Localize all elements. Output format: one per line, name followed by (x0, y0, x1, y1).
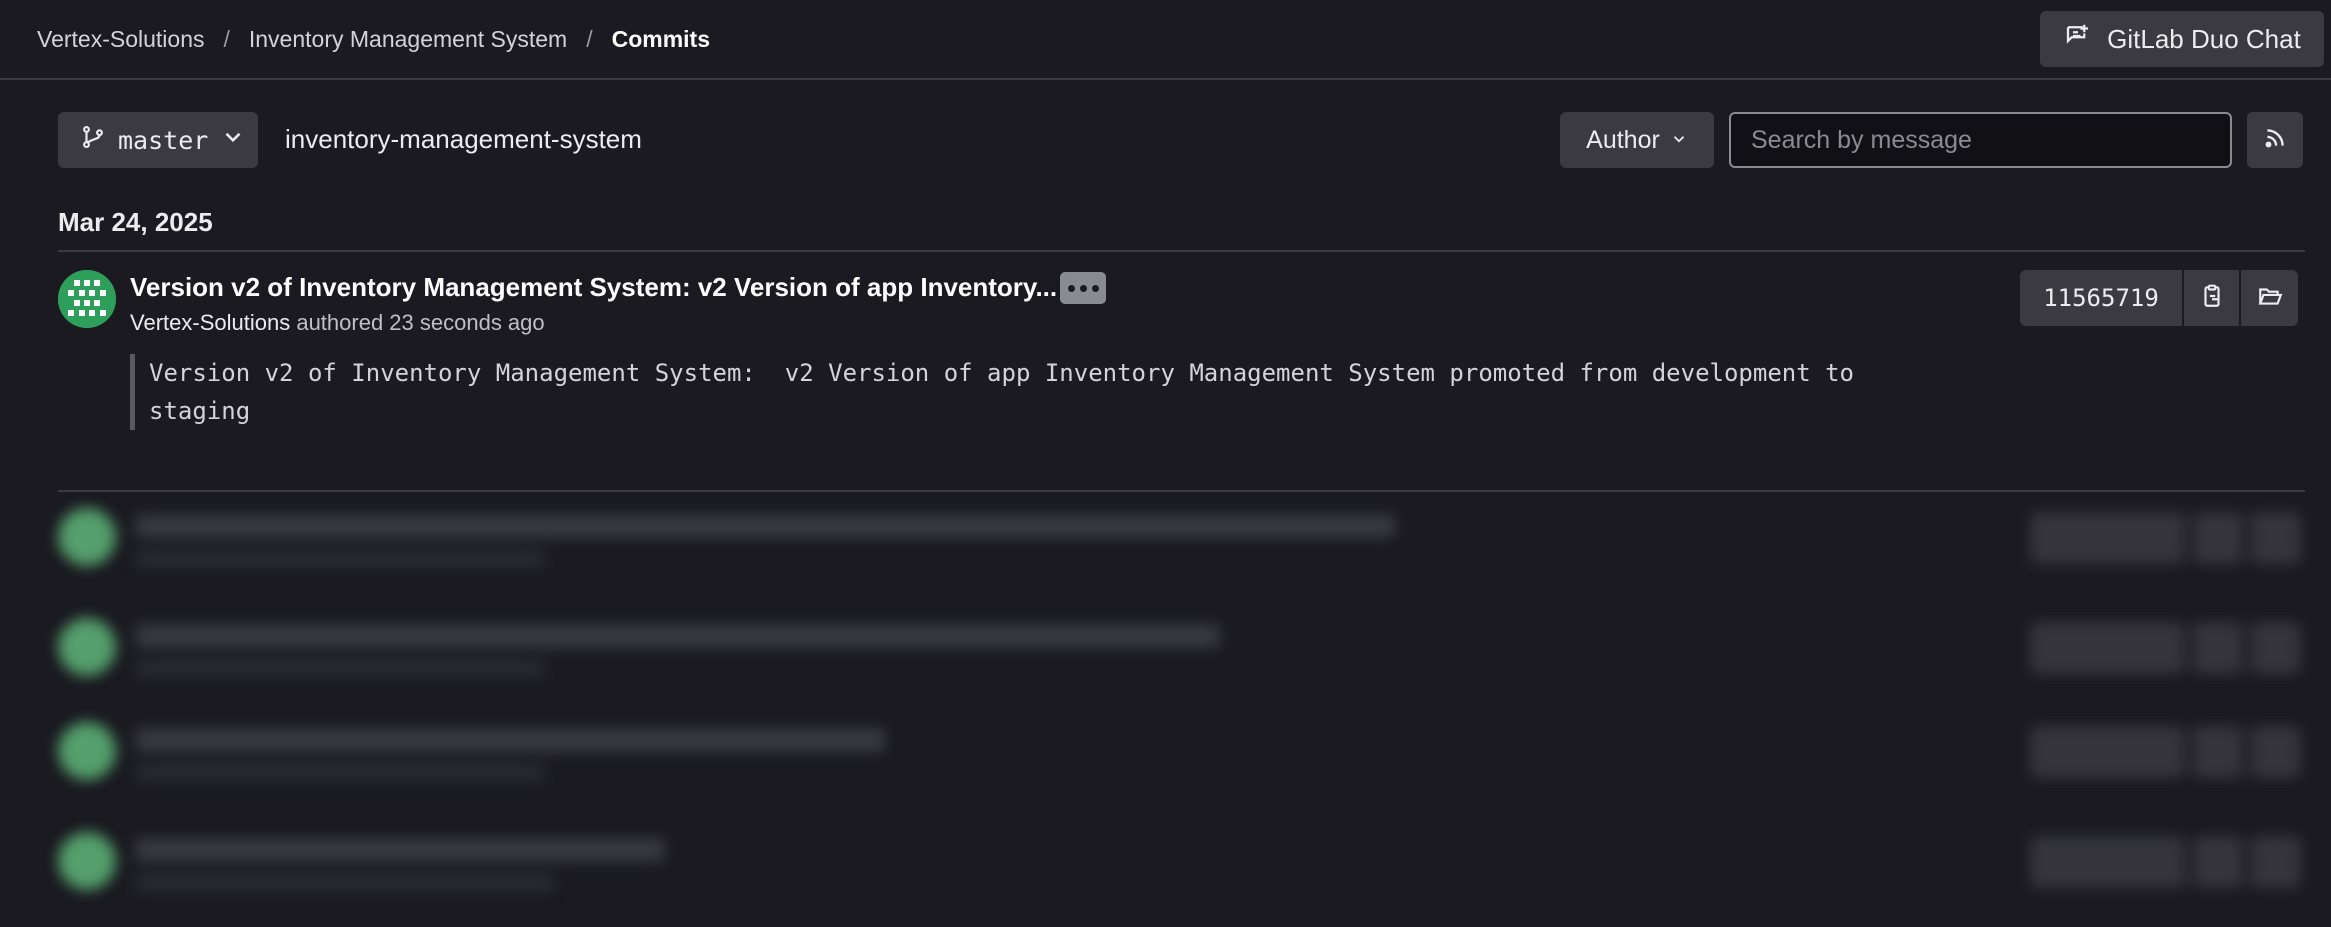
list-item (0, 618, 2331, 708)
breadcrumb-separator: / (586, 26, 593, 52)
blurred-meta (135, 660, 545, 678)
clipboard-icon (2199, 283, 2225, 314)
divider (58, 490, 2305, 492)
avatar (58, 508, 116, 566)
avatar[interactable] (58, 270, 116, 328)
branch-icon (80, 124, 106, 156)
branch-selector[interactable]: master (58, 112, 258, 168)
blurred-sha (2030, 512, 2305, 564)
breadcrumb-project[interactable]: Inventory Management System (249, 26, 567, 53)
commit-description: Version v2 of Inventory Management Syste… (130, 354, 2049, 430)
commits-toolbar: master inventory-management-system Autho… (0, 110, 2331, 170)
commit-title-link[interactable]: Version v2 of Inventory Management Syste… (130, 272, 1057, 303)
list-item (0, 722, 2331, 812)
commit-date-header: Mar 24, 2025 (58, 207, 213, 237)
blurred-title (135, 514, 1395, 538)
blurred-meta (135, 764, 545, 782)
blurred-sha (2030, 836, 2305, 888)
ellipsis-dot (1067, 284, 1075, 292)
rss-icon (2262, 125, 2288, 156)
blurred-sha (2030, 726, 2305, 778)
top-bar: Vertex-Solutions / Inventory Management … (0, 0, 2331, 80)
branch-name: master (118, 125, 209, 155)
avatar (58, 618, 116, 676)
ellipsis-dot (1091, 284, 1099, 292)
author-filter-label: Author (1586, 125, 1660, 154)
list-item (0, 508, 2331, 598)
blurred-title (135, 728, 885, 752)
chevron-down-icon (1670, 126, 1688, 155)
divider (58, 250, 2305, 252)
blurred-title (135, 838, 665, 862)
commit-sha-group: 11565719 (2020, 270, 2298, 326)
breadcrumb-separator: / (223, 26, 230, 52)
project-path: inventory-management-system (285, 124, 642, 154)
blurred-sha (2030, 622, 2305, 674)
blurred-meta (135, 550, 545, 568)
duo-chat-label: GitLab Duo Chat (2107, 23, 2301, 54)
avatar (58, 722, 116, 780)
search-input[interactable] (1729, 112, 2232, 168)
duo-chat-icon (2063, 21, 2093, 58)
duo-chat-button[interactable]: GitLab Duo Chat (2040, 11, 2324, 67)
blurred-meta (135, 874, 555, 892)
chevron-down-icon (220, 124, 246, 156)
commit-meta: Vertex-Solutions authored 23 seconds ago (130, 310, 545, 336)
breadcrumb: Vertex-Solutions / Inventory Management … (37, 26, 710, 53)
commit-author-link[interactable]: Vertex-Solutions (130, 310, 290, 335)
copy-sha-button[interactable] (2184, 270, 2241, 326)
author-filter-button[interactable]: Author (1560, 112, 1714, 168)
toggle-description-button[interactable] (1060, 272, 1106, 304)
browse-files-button[interactable] (2241, 270, 2298, 326)
folder-open-icon (2257, 283, 2283, 314)
list-item (0, 832, 2331, 922)
breadcrumb-group[interactable]: Vertex-Solutions (37, 26, 204, 53)
commit-authored-time: authored 23 seconds ago (296, 310, 545, 335)
blurred-title (135, 624, 1220, 648)
commit-sha-button[interactable]: 11565719 (2020, 270, 2184, 326)
rss-feed-button[interactable] (2247, 112, 2303, 168)
avatar (58, 832, 116, 890)
breadcrumb-current: Commits (611, 26, 710, 52)
ellipsis-dot (1079, 284, 1087, 292)
